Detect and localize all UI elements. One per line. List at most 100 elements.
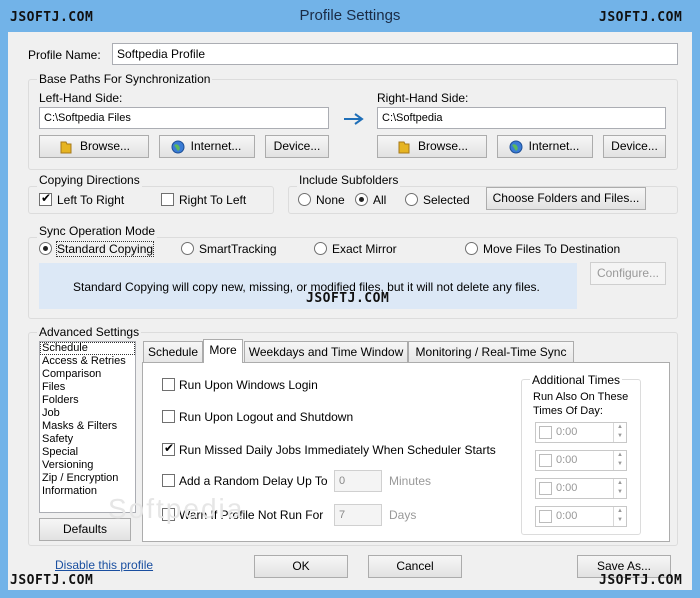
time-spinner-2[interactable]: 0:00 ▲ ▼ xyxy=(535,450,627,471)
random-delay-input[interactable]: 0 xyxy=(334,470,382,492)
folder-icon xyxy=(398,141,410,154)
folder-icon xyxy=(60,141,72,154)
random-delay-unit: Minutes xyxy=(389,474,432,488)
checkmark-icon: ✔ xyxy=(164,441,175,455)
dialog-client-area: Profile Name: Softpedia Profile Base Pat… xyxy=(8,32,692,590)
time-value: 0:00 xyxy=(556,426,578,438)
list-item[interactable]: Masks & Filters xyxy=(40,420,135,433)
spin-arrows-icon[interactable]: ▲ ▼ xyxy=(613,451,626,470)
run-upon-logout-label: Run Upon Logout and Shutdown xyxy=(179,410,354,424)
right-hand-side-label: Right-Hand Side: xyxy=(377,91,469,105)
list-item[interactable]: Safety xyxy=(40,433,135,446)
spin-arrows-icon[interactable]: ▲ ▼ xyxy=(613,423,626,442)
watermark-top-left: JSOFTJ.COM xyxy=(10,10,94,25)
subfolders-selected-radio[interactable] xyxy=(405,193,418,206)
run-upon-login-label: Run Upon Windows Login xyxy=(179,378,318,392)
list-item[interactable]: Schedule xyxy=(40,342,135,355)
time-spinner-3[interactable]: 0:00 ▲ ▼ xyxy=(535,478,627,499)
arrow-right-icon xyxy=(344,113,364,125)
advanced-category-list[interactable]: Schedule Access & Retries Comparison Fil… xyxy=(39,341,136,513)
subfolders-none-radio[interactable] xyxy=(298,193,311,206)
exact-mirror-radio[interactable] xyxy=(314,242,327,255)
standard-copying-label: Standard Copying xyxy=(55,241,155,257)
smarttracking-label: SmartTracking xyxy=(199,242,277,256)
move-files-radio[interactable] xyxy=(465,242,478,255)
warn-not-run-input[interactable]: 7 xyxy=(334,504,382,526)
subfolders-none-label: None xyxy=(316,193,345,207)
ok-button[interactable]: OK xyxy=(254,555,348,578)
copying-directions-label: Copying Directions xyxy=(37,173,142,187)
tab-weekdays[interactable]: Weekdays and Time Window xyxy=(244,341,408,363)
watermark-center: JSOFTJ.COM xyxy=(306,291,390,306)
list-item[interactable]: Comparison xyxy=(40,368,135,381)
list-item[interactable]: Job xyxy=(40,407,135,420)
cancel-button[interactable]: Cancel xyxy=(368,555,462,578)
time-value: 0:00 xyxy=(556,510,578,522)
subfolders-all-label: All xyxy=(373,193,387,207)
list-item[interactable]: Folders xyxy=(40,394,135,407)
list-item[interactable]: Versioning xyxy=(40,459,135,472)
tab-schedule[interactable]: Schedule xyxy=(143,341,203,363)
left-hand-side-label: Left-Hand Side: xyxy=(39,91,123,105)
left-device-button[interactable]: Device... xyxy=(265,135,329,158)
profile-name-label: Profile Name: xyxy=(28,48,101,62)
additional-times-sublabel: Run Also On These Times Of Day: xyxy=(533,391,629,417)
title-bar[interactable]: Profile Settings xyxy=(0,0,700,32)
list-item[interactable]: Special xyxy=(40,446,135,459)
spin-arrows-icon[interactable]: ▲ ▼ xyxy=(613,507,626,526)
spin-arrows-icon[interactable]: ▲ ▼ xyxy=(613,479,626,498)
random-delay-label: Add a Random Delay Up To xyxy=(179,474,328,488)
right-to-left-label: Right To Left xyxy=(179,193,247,207)
additional-times-label: Additional Times xyxy=(530,373,623,387)
left-browse-button[interactable]: Browse... xyxy=(39,135,149,158)
right-internet-button[interactable]: Internet... xyxy=(497,135,593,158)
right-browse-button[interactable]: Browse... xyxy=(377,135,487,158)
left-to-right-checkbox[interactable]: ✔ xyxy=(39,191,52,206)
list-item[interactable]: Files xyxy=(40,381,135,394)
time-checkbox[interactable] xyxy=(539,454,552,467)
standard-copying-radio[interactable] xyxy=(39,242,52,255)
profile-settings-window: Profile Settings Profile Name: Softpedia… xyxy=(0,0,700,598)
globe-icon xyxy=(509,140,523,154)
base-paths-group-label: Base Paths For Synchronization xyxy=(37,72,213,86)
time-checkbox[interactable] xyxy=(539,426,552,439)
disable-profile-link[interactable]: Disable this profile xyxy=(55,558,153,572)
left-to-right-label: Left To Right xyxy=(57,193,125,207)
configure-button[interactable]: Configure... xyxy=(590,262,666,285)
run-upon-logout-checkbox[interactable] xyxy=(162,410,175,423)
globe-icon xyxy=(171,140,185,154)
list-item[interactable]: Access & Retries xyxy=(40,355,135,368)
time-checkbox[interactable] xyxy=(539,482,552,495)
advanced-settings-label: Advanced Settings xyxy=(37,325,142,339)
right-to-left-checkbox[interactable] xyxy=(161,193,174,206)
move-files-label: Move Files To Destination xyxy=(483,242,621,256)
subfolders-all-radio[interactable] xyxy=(355,193,368,206)
tab-more[interactable]: More xyxy=(203,339,243,363)
window-title: Profile Settings xyxy=(299,7,401,24)
profile-name-input[interactable]: Softpedia Profile xyxy=(112,43,678,65)
softpedia-watermark: Softpedia xyxy=(108,493,245,524)
time-spinner-1[interactable]: 0:00 ▲ ▼ xyxy=(535,422,627,443)
time-value: 0:00 xyxy=(556,482,578,494)
tab-monitoring[interactable]: Monitoring / Real-Time Sync xyxy=(408,341,574,363)
time-spinner-4[interactable]: 0:00 ▲ ▼ xyxy=(535,506,627,527)
time-value: 0:00 xyxy=(556,454,578,466)
run-missed-jobs-checkbox[interactable]: ✔ xyxy=(162,441,175,456)
warn-not-run-unit: Days xyxy=(389,508,417,522)
include-subfolders-label: Include Subfolders xyxy=(297,173,401,187)
subfolders-selected-label: Selected xyxy=(423,193,470,207)
watermark-bottom-left: JSOFTJ.COM xyxy=(10,573,94,588)
choose-folders-button[interactable]: Choose Folders and Files... xyxy=(486,187,646,210)
right-device-button[interactable]: Device... xyxy=(603,135,666,158)
left-path-input[interactable]: C:\Softpedia Files xyxy=(39,107,329,129)
left-internet-button[interactable]: Internet... xyxy=(159,135,255,158)
sync-mode-label: Sync Operation Mode xyxy=(37,224,158,238)
right-path-input[interactable]: C:\Softpedia xyxy=(377,107,666,129)
watermark-top-right: JSOFTJ.COM xyxy=(599,10,683,25)
smarttracking-radio[interactable] xyxy=(181,242,194,255)
time-checkbox[interactable] xyxy=(539,510,552,523)
run-missed-jobs-label: Run Missed Daily Jobs Immediately When S… xyxy=(179,443,496,457)
list-item[interactable]: Zip / Encryption xyxy=(40,472,135,485)
run-upon-login-checkbox[interactable] xyxy=(162,378,175,391)
random-delay-checkbox[interactable] xyxy=(162,474,175,487)
